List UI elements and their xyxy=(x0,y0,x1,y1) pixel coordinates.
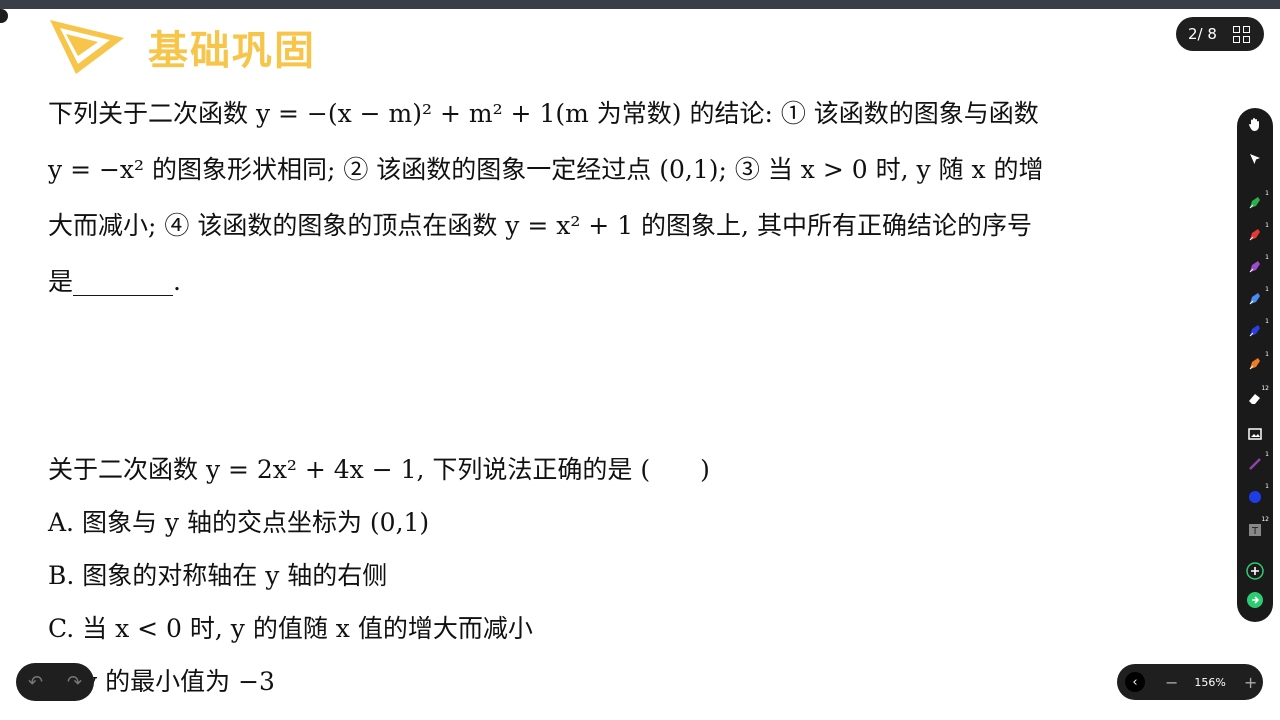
pen-green[interactable]: 1 xyxy=(1245,190,1269,215)
tool-badge: 1 xyxy=(1265,222,1269,229)
question-1-line: 下列关于二次函数 y = −(x − m)² + m² + 1(m 为常数) 的… xyxy=(48,99,1039,128)
option-d: D. y 的最小值为 −3 xyxy=(48,667,275,696)
pen-icon xyxy=(1247,323,1263,343)
select-tool[interactable] xyxy=(1245,150,1265,170)
page-indicator[interactable]: 2/ 8 xyxy=(1176,17,1264,51)
tool-badge: 1 xyxy=(1265,286,1269,293)
undo-icon[interactable]: ↶ xyxy=(28,672,43,693)
text-tool[interactable]: T 12 xyxy=(1245,516,1269,541)
question-2-stem: 关于二次函数 y = 2x² + 4x − 1, 下列说法正确的是 ( ) xyxy=(48,455,710,484)
tool-badge: 1 xyxy=(1265,190,1269,197)
option-b: B. 图象的对称轴在 y 轴的右侧 xyxy=(48,561,388,590)
eraser-icon xyxy=(1247,390,1263,410)
circle-icon xyxy=(1248,489,1262,508)
tool-badge: 1 xyxy=(1265,254,1269,261)
window-top-bar xyxy=(0,0,1280,23)
hand-tool[interactable] xyxy=(1245,116,1265,136)
grid-view-icon[interactable] xyxy=(1232,25,1250,43)
svg-text:T: T xyxy=(1251,526,1259,537)
eraser-tool[interactable]: 12 xyxy=(1245,385,1269,410)
question-2: 关于二次函数 y = 2x² + 4x − 1, 下列说法正确的是 ( ) A.… xyxy=(48,443,710,708)
line-icon xyxy=(1247,456,1263,476)
pen-icon xyxy=(1247,291,1263,311)
pen-icon xyxy=(1247,227,1263,247)
hand-icon xyxy=(1247,116,1263,136)
tool-badge: 1 xyxy=(1265,351,1269,358)
question-1-line: y = −x² 的图象形状相同; ② 该函数的图象一定经过点 (0,1); ③ … xyxy=(48,155,1044,184)
image-tool[interactable] xyxy=(1245,424,1265,444)
option-c: C. 当 x < 0 时, y 的值随 x 值的增大而减小 xyxy=(48,614,533,643)
question-1-line: 是________. xyxy=(48,267,181,296)
redo-icon[interactable]: ↷ xyxy=(67,672,82,693)
page-count: 2/ 8 xyxy=(1188,25,1217,43)
pointer-icon xyxy=(1248,151,1262,170)
pen-red[interactable]: 1 xyxy=(1245,222,1269,247)
shape-tool[interactable]: 1 xyxy=(1245,483,1269,508)
zoom-out-button[interactable]: − xyxy=(1165,673,1178,692)
pen-icon xyxy=(1247,356,1263,376)
zoom-control: ‹ − 156% + xyxy=(1117,664,1263,700)
drawing-toolbar: 1 1 1 1 1 1 12 1 1 T 12 xyxy=(1237,108,1273,622)
add-tool[interactable] xyxy=(1245,562,1265,584)
line-tool[interactable]: 1 xyxy=(1245,451,1269,476)
tool-badge: 1 xyxy=(1265,483,1269,490)
exit-icon xyxy=(1246,591,1264,613)
pen-icon xyxy=(1247,259,1263,279)
tool-badge: 12 xyxy=(1261,516,1269,523)
question-1-line: 大而减小; ④ 该函数的图象的顶点在函数 y = x² + 1 的图象上, 其中… xyxy=(48,211,1032,240)
history-controls: ↶ ↷ xyxy=(16,663,94,701)
pen-icon xyxy=(1247,195,1263,215)
text-icon: T xyxy=(1248,522,1262,541)
tool-badge: 1 xyxy=(1265,451,1269,458)
tool-badge: 1 xyxy=(1265,318,1269,325)
zoom-in-button[interactable]: + xyxy=(1244,673,1257,692)
pen-lightblue[interactable]: 1 xyxy=(1245,286,1269,311)
zoom-level: 156% xyxy=(1194,675,1226,689)
tool-badge: 12 xyxy=(1261,385,1269,392)
pen-orange[interactable]: 1 xyxy=(1245,351,1269,376)
question-1: 下列关于二次函数 y = −(x − m)² + m² + 1(m 为常数) 的… xyxy=(48,86,1188,310)
pen-purple[interactable]: 1 xyxy=(1245,254,1269,279)
window-edge-marker xyxy=(0,9,8,23)
chevron-left-icon[interactable]: ‹ xyxy=(1125,672,1145,692)
pen-blue[interactable]: 1 xyxy=(1245,318,1269,343)
option-a: A. 图象与 y 轴的交点坐标为 (0,1) xyxy=(48,508,430,537)
image-icon xyxy=(1248,425,1262,444)
section-title: 基础巩固 xyxy=(148,28,316,74)
logo-icon xyxy=(50,20,124,74)
plus-icon xyxy=(1246,562,1264,584)
exit-tool[interactable] xyxy=(1245,592,1265,612)
